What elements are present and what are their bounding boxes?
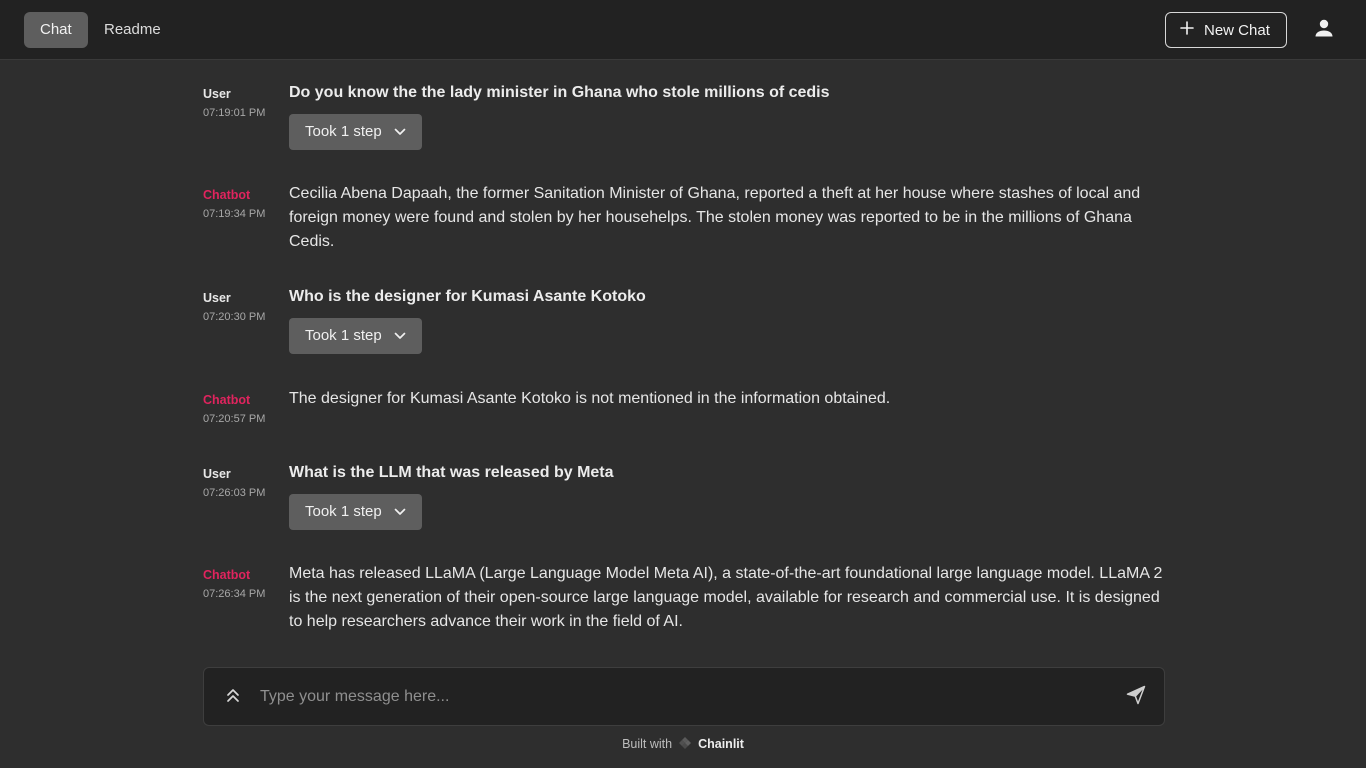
message-author: Chatbot	[203, 393, 251, 407]
message-text: What is the LLM that was released by Met…	[289, 464, 614, 481]
message-meta: Chatbot 07:20:57 PM	[203, 393, 283, 425]
message-author: User	[203, 467, 231, 481]
message-content: What is the LLM that was released by Met…	[289, 461, 1165, 530]
message-content: Cecilia Abena Dapaah, the former Sanitat…	[289, 182, 1165, 254]
message-text: Who is the designer for Kumasi Asante Ko…	[289, 288, 646, 305]
message-time: 07:20:57 PM	[203, 413, 266, 425]
step-label: Took 1 step	[305, 327, 382, 344]
expand-button[interactable]	[222, 686, 244, 708]
message-meta: User 07:19:01 PM	[203, 87, 283, 119]
message-content: Meta has released LLaMA (Large Language …	[289, 562, 1165, 634]
send-button[interactable]	[1124, 685, 1148, 709]
message-composer	[203, 667, 1165, 726]
message-content: The designer for Kumasi Asante Kotoko is…	[289, 387, 1165, 411]
top-bar: Chat Readme New Chat	[0, 0, 1366, 60]
step-toggle-button[interactable]: Took 1 step	[289, 114, 422, 150]
message-input[interactable]	[260, 682, 1100, 712]
message-text: Do you know the the lady minister in Gha…	[289, 84, 830, 101]
message-author: Chatbot	[203, 188, 251, 202]
message-text: Cecilia Abena Dapaah, the former Sanitat…	[289, 185, 1141, 250]
chevron-down-icon	[394, 120, 406, 144]
message-meta: User 07:20:30 PM	[203, 291, 283, 323]
message-author: User	[203, 291, 231, 305]
message-time: 07:19:01 PM	[203, 107, 266, 119]
step-toggle-button[interactable]: Took 1 step	[289, 318, 422, 354]
message-meta: Chatbot 07:26:34 PM	[203, 568, 283, 600]
chainlit-brand[interactable]: Chainlit	[698, 737, 744, 751]
account-button[interactable]	[1306, 12, 1342, 48]
send-icon	[1126, 685, 1146, 710]
new-chat-label: New Chat	[1204, 21, 1270, 39]
chevron-down-icon	[394, 324, 406, 348]
chevron-down-icon	[394, 500, 406, 524]
message-time: 07:26:03 PM	[203, 487, 266, 499]
message-meta: User 07:26:03 PM	[203, 467, 283, 499]
message-author: User	[203, 87, 231, 101]
message-text: Meta has released LLaMA (Large Language …	[289, 565, 1163, 630]
message-time: 07:20:30 PM	[203, 311, 266, 323]
built-with-label: Built with	[622, 737, 673, 751]
message-meta: Chatbot 07:19:34 PM	[203, 188, 283, 220]
step-label: Took 1 step	[305, 123, 382, 140]
message-content: Who is the designer for Kumasi Asante Ko…	[289, 285, 1165, 354]
message-content: Do you know the the lady minister in Gha…	[289, 81, 1165, 150]
message-author: Chatbot	[203, 568, 251, 582]
tab-readme[interactable]: Readme	[88, 12, 177, 48]
chainlit-logo-icon	[678, 736, 692, 753]
plus-icon	[1180, 21, 1194, 39]
message-time: 07:26:34 PM	[203, 588, 266, 600]
step-label: Took 1 step	[305, 503, 382, 520]
chevrons-up-icon	[226, 687, 240, 708]
message-text: The designer for Kumasi Asante Kotoko is…	[289, 390, 891, 407]
message-time: 07:19:34 PM	[203, 208, 266, 220]
tab-chat[interactable]: Chat	[24, 12, 88, 48]
new-chat-button[interactable]: New Chat	[1165, 12, 1287, 48]
step-toggle-button[interactable]: Took 1 step	[289, 494, 422, 530]
footer: Built with Chainlit	[0, 734, 1366, 754]
user-icon	[1314, 18, 1334, 43]
